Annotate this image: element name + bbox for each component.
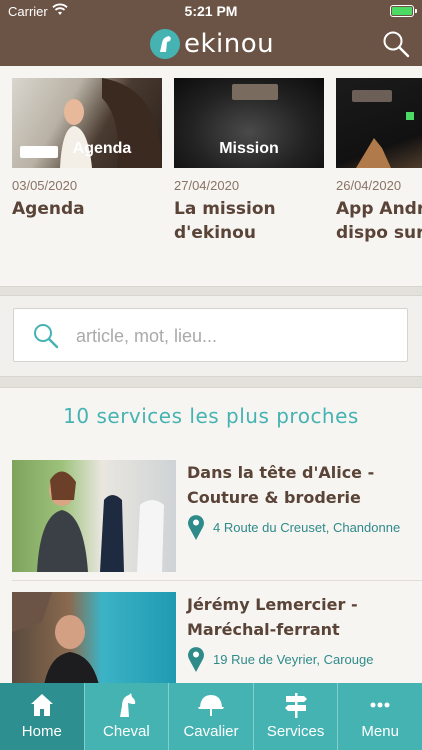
service-list-item[interactable]: Jérémy Lemercier - Maréchal-ferrant 19 R…: [12, 592, 422, 683]
service-list-item[interactable]: Dans la tête d'Alice - Couture & broderi…: [12, 460, 422, 572]
home-icon: [30, 694, 53, 716]
nearby-services-section: 10 services les plus proches Dans la têt…: [0, 388, 422, 683]
brand-logo: ekinou: [150, 27, 274, 61]
service-photo: [12, 460, 176, 572]
search-bar[interactable]: [13, 308, 408, 362]
search-section: [0, 296, 422, 376]
more-icon: [370, 702, 390, 708]
signpost-icon: [284, 693, 307, 718]
news-carousel[interactable]: Agenda 03/05/2020 Agenda Mission 27/04/2…: [0, 66, 422, 286]
news-caption: Agenda: [72, 140, 132, 157]
news-date: 03/05/2020: [12, 178, 78, 193]
search-icon[interactable]: [382, 30, 410, 58]
news-card[interactable]: Agenda 03/05/2020 Agenda: [12, 78, 162, 221]
map-pin-icon: [188, 515, 204, 540]
service-name: Dans la tête d'Alice - Couture & broderi…: [187, 463, 375, 507]
clock: 5:21 PM: [184, 3, 238, 19]
tab-cheval[interactable]: Cheval: [83, 683, 169, 750]
news-date: 26/04/2020: [336, 178, 402, 193]
bottom-tab-bar: Home Cheval Cavalier Services Menu: [0, 683, 422, 750]
news-title: La mission d'ekinou: [174, 199, 276, 243]
top-navigation-bar: ekinou: [0, 22, 422, 66]
tab-menu[interactable]: Menu: [337, 683, 422, 750]
search-input[interactable]: [76, 319, 396, 353]
news-title: App Android dispo sur: [336, 199, 422, 243]
search-icon: [34, 324, 59, 349]
service-address-text: 19 Rue de Veyrier, Carouge: [213, 651, 374, 667]
tab-services[interactable]: Services: [252, 683, 338, 750]
riding-helmet-icon: [197, 695, 224, 716]
news-thumbnail: Agenda: [12, 78, 162, 168]
section-divider: [0, 286, 422, 296]
service-address-text: 4 Route du Creuset, Chandonne: [213, 519, 401, 535]
news-card[interactable]: 26/04/2020 App Android dispo sur: [336, 78, 422, 245]
list-divider: [12, 580, 422, 581]
news-title: Agenda: [12, 199, 85, 219]
brand-name: ekinou: [184, 29, 275, 59]
news-caption: Mission: [219, 140, 279, 157]
tab-label: Services: [266, 723, 325, 740]
horse-icon: [120, 693, 136, 717]
section-heading: 10 services les plus proches: [63, 404, 359, 428]
news-thumbnail: [336, 78, 422, 168]
service-address: 4 Route du Creuset, Chandonne: [187, 514, 417, 540]
section-divider: [0, 376, 422, 388]
service-photo: [12, 592, 176, 683]
tab-home[interactable]: Home: [0, 683, 84, 750]
map-pin-icon: [188, 647, 204, 672]
status-bar: Carrier 5:21 PM: [0, 0, 422, 22]
tab-label: Cheval: [103, 723, 150, 740]
news-thumbnail: Mission: [174, 78, 324, 168]
horse-head-logo-icon: [150, 29, 180, 59]
service-address: 19 Rue de Veyrier, Carouge: [187, 646, 417, 672]
news-date: 27/04/2020: [174, 178, 240, 193]
service-name: Jérémy Lemercier - Maréchal-ferrant: [187, 595, 358, 639]
battery-icon: [390, 5, 417, 17]
tab-cavalier[interactable]: Cavalier: [168, 683, 253, 750]
tab-label: Menu: [361, 723, 399, 740]
news-card[interactable]: Mission 27/04/2020 La mission d'ekinou: [174, 78, 324, 245]
tab-label: Cavalier: [183, 723, 239, 740]
tab-label: Home: [21, 723, 62, 740]
